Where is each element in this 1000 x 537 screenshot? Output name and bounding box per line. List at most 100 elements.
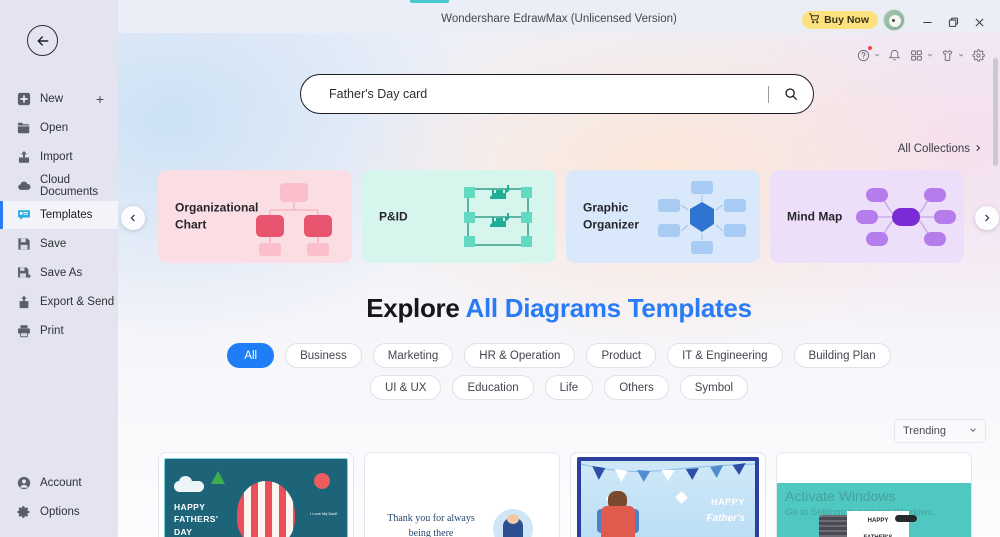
leaf-icon — [211, 471, 225, 484]
sidebar-menu: New + Open Import Cloud Documents Templa… — [0, 85, 118, 346]
father-figure-icon — [597, 491, 639, 537]
collection-card-org-chart[interactable]: Organizational Chart — [158, 170, 352, 263]
save-icon — [16, 237, 31, 252]
windows-watermark-title: Activate Windows — [785, 488, 896, 504]
filter-pill-hr-operation[interactable]: HR & Operation — [464, 343, 576, 368]
scrollbar-thumb[interactable] — [993, 58, 998, 166]
sidebar-item-save[interactable]: Save — [0, 230, 118, 258]
collection-card-mind-map[interactable]: Mind Map — [770, 170, 964, 263]
help-caret-icon[interactable] — [872, 47, 882, 63]
close-button[interactable] — [966, 11, 992, 33]
templates-icon — [16, 208, 31, 223]
main-content: Wondershare EdrawMax (Unlicensed Version… — [118, 0, 1000, 537]
minimize-button[interactable] — [914, 11, 940, 33]
heart-icon — [675, 491, 688, 504]
add-new-button[interactable]: + — [96, 92, 104, 106]
filter-pill-building-plan[interactable]: Building Plan — [793, 343, 891, 368]
category-filters: All Business Marketing HR & Operation Pr… — [118, 343, 1000, 400]
filter-pill-business[interactable]: Business — [285, 343, 362, 368]
options-gear-icon — [16, 505, 31, 520]
search-button[interactable] — [769, 75, 813, 113]
template-thumbnail: HAPPY FATHERS' DAY I Love My Dad! — [164, 458, 348, 537]
sidebar-item-import[interactable]: Import — [0, 143, 118, 171]
filter-pill-symbol[interactable]: Symbol — [679, 375, 749, 400]
template-line2: Father's — [706, 513, 745, 524]
new-file-icon — [16, 92, 31, 107]
sidebar-item-new[interactable]: New + — [0, 85, 118, 113]
template-card[interactable]: Thank you for always being there — [364, 452, 560, 537]
window-controls — [914, 11, 992, 33]
help-icon[interactable] — [853, 45, 873, 65]
cart-icon — [809, 13, 820, 27]
theme-shirt-icon[interactable] — [937, 45, 957, 65]
sidebar-item-templates[interactable]: Templates — [0, 201, 118, 229]
hot-air-balloon-icon — [237, 481, 295, 537]
template-card[interactable]: Activate Windows Go to Settings to activ… — [776, 452, 972, 537]
edrawmax-window: Wondershare EdrawMax (Unlicensed Version… — [0, 0, 1000, 537]
print-icon — [16, 324, 31, 339]
bunting-icon — [581, 463, 755, 482]
sidebar-item-cloud-documents[interactable]: Cloud Documents — [0, 172, 118, 200]
help-badge — [868, 46, 872, 50]
sidebar-item-open[interactable]: Open — [0, 114, 118, 142]
export-icon — [16, 295, 31, 310]
filter-pill-all[interactable]: All — [227, 343, 275, 368]
collection-card-pid[interactable]: P&ID — [362, 170, 556, 263]
filter-pill-product[interactable]: Product — [586, 343, 657, 368]
filter-pill-others[interactable]: Others — [604, 375, 669, 400]
sidebar-item-print[interactable]: Print — [0, 317, 118, 345]
restore-button[interactable] — [940, 11, 966, 33]
filter-pill-education[interactable]: Education — [452, 375, 534, 400]
template-line2: FATHERS' — [174, 514, 219, 525]
sidebar-item-export-send[interactable]: Export & Send — [0, 288, 118, 316]
sidebar-item-options[interactable]: Options — [0, 498, 118, 526]
filter-pill-life[interactable]: Life — [544, 375, 594, 400]
sidebar-item-label: Save — [40, 238, 67, 250]
title-bar: Wondershare EdrawMax (Unlicensed Version… — [118, 0, 1000, 36]
carousel-prev-button[interactable] — [121, 206, 145, 230]
superhero-dad-icon — [493, 509, 533, 537]
cloud-icon — [16, 179, 31, 194]
template-card[interactable]: HAPPY FATHERS' DAY I Love My Dad! — [158, 452, 354, 537]
template-text: HAPPY FATHERS' DAY — [174, 501, 218, 537]
theme-caret-icon[interactable] — [956, 47, 966, 63]
account-icon — [16, 476, 31, 491]
apps-grid-icon[interactable] — [906, 45, 926, 65]
notification-bell-icon[interactable] — [884, 45, 904, 65]
all-collections-link[interactable]: All Collections — [898, 143, 982, 155]
apps-caret-icon[interactable] — [925, 47, 935, 63]
sidebar-item-account[interactable]: Account — [0, 469, 118, 497]
sidebar-footer: Account Options — [0, 469, 118, 527]
back-button[interactable] — [27, 25, 58, 56]
page-title: Explore All Diagrams Templates — [118, 293, 1000, 324]
page-title-highlight: All Diagrams Templates — [465, 293, 752, 323]
template-line1: HAPPY — [174, 502, 206, 512]
avatar[interactable] — [883, 9, 905, 31]
buy-now-button[interactable]: Buy Now — [802, 11, 878, 29]
filter-pill-ui-ux[interactable]: UI & UX — [369, 375, 442, 400]
sidebar: New + Open Import Cloud Documents Templa… — [0, 0, 118, 537]
filter-pill-marketing[interactable]: Marketing — [372, 343, 454, 368]
filter-pill-it-engineering[interactable]: IT & Engineering — [667, 343, 783, 368]
chevron-right-icon — [974, 143, 982, 155]
cloud-icon — [174, 476, 204, 492]
utility-toolbar — [853, 45, 988, 65]
template-thumbnail: Thank you for always being there — [365, 453, 559, 537]
collection-card-graphic-organizer[interactable]: Graphic Organizer — [566, 170, 760, 263]
sidebar-item-label: Options — [40, 506, 80, 518]
sun-icon — [314, 473, 330, 489]
template-card[interactable]: HAPPY Father's — [570, 452, 766, 537]
mind-map-illustration — [856, 187, 956, 246]
search-input[interactable] — [301, 87, 768, 101]
sort-dropdown[interactable]: Trending — [894, 419, 986, 443]
vertical-scrollbar[interactable] — [993, 58, 998, 528]
folder-icon — [16, 121, 31, 136]
sidebar-item-save-as[interactable]: Save As — [0, 259, 118, 287]
sidebar-item-label: Templates — [40, 209, 93, 221]
collections-carousel: Organizational Chart P&ID Graphic Organi… — [158, 170, 964, 263]
pid-illustration — [464, 184, 532, 247]
search-bar[interactable] — [300, 74, 814, 114]
settings-gear-icon[interactable] — [968, 45, 988, 65]
grill-icon — [819, 515, 849, 537]
template-thumbnail: Activate Windows Go to Settings to activ… — [777, 453, 971, 537]
